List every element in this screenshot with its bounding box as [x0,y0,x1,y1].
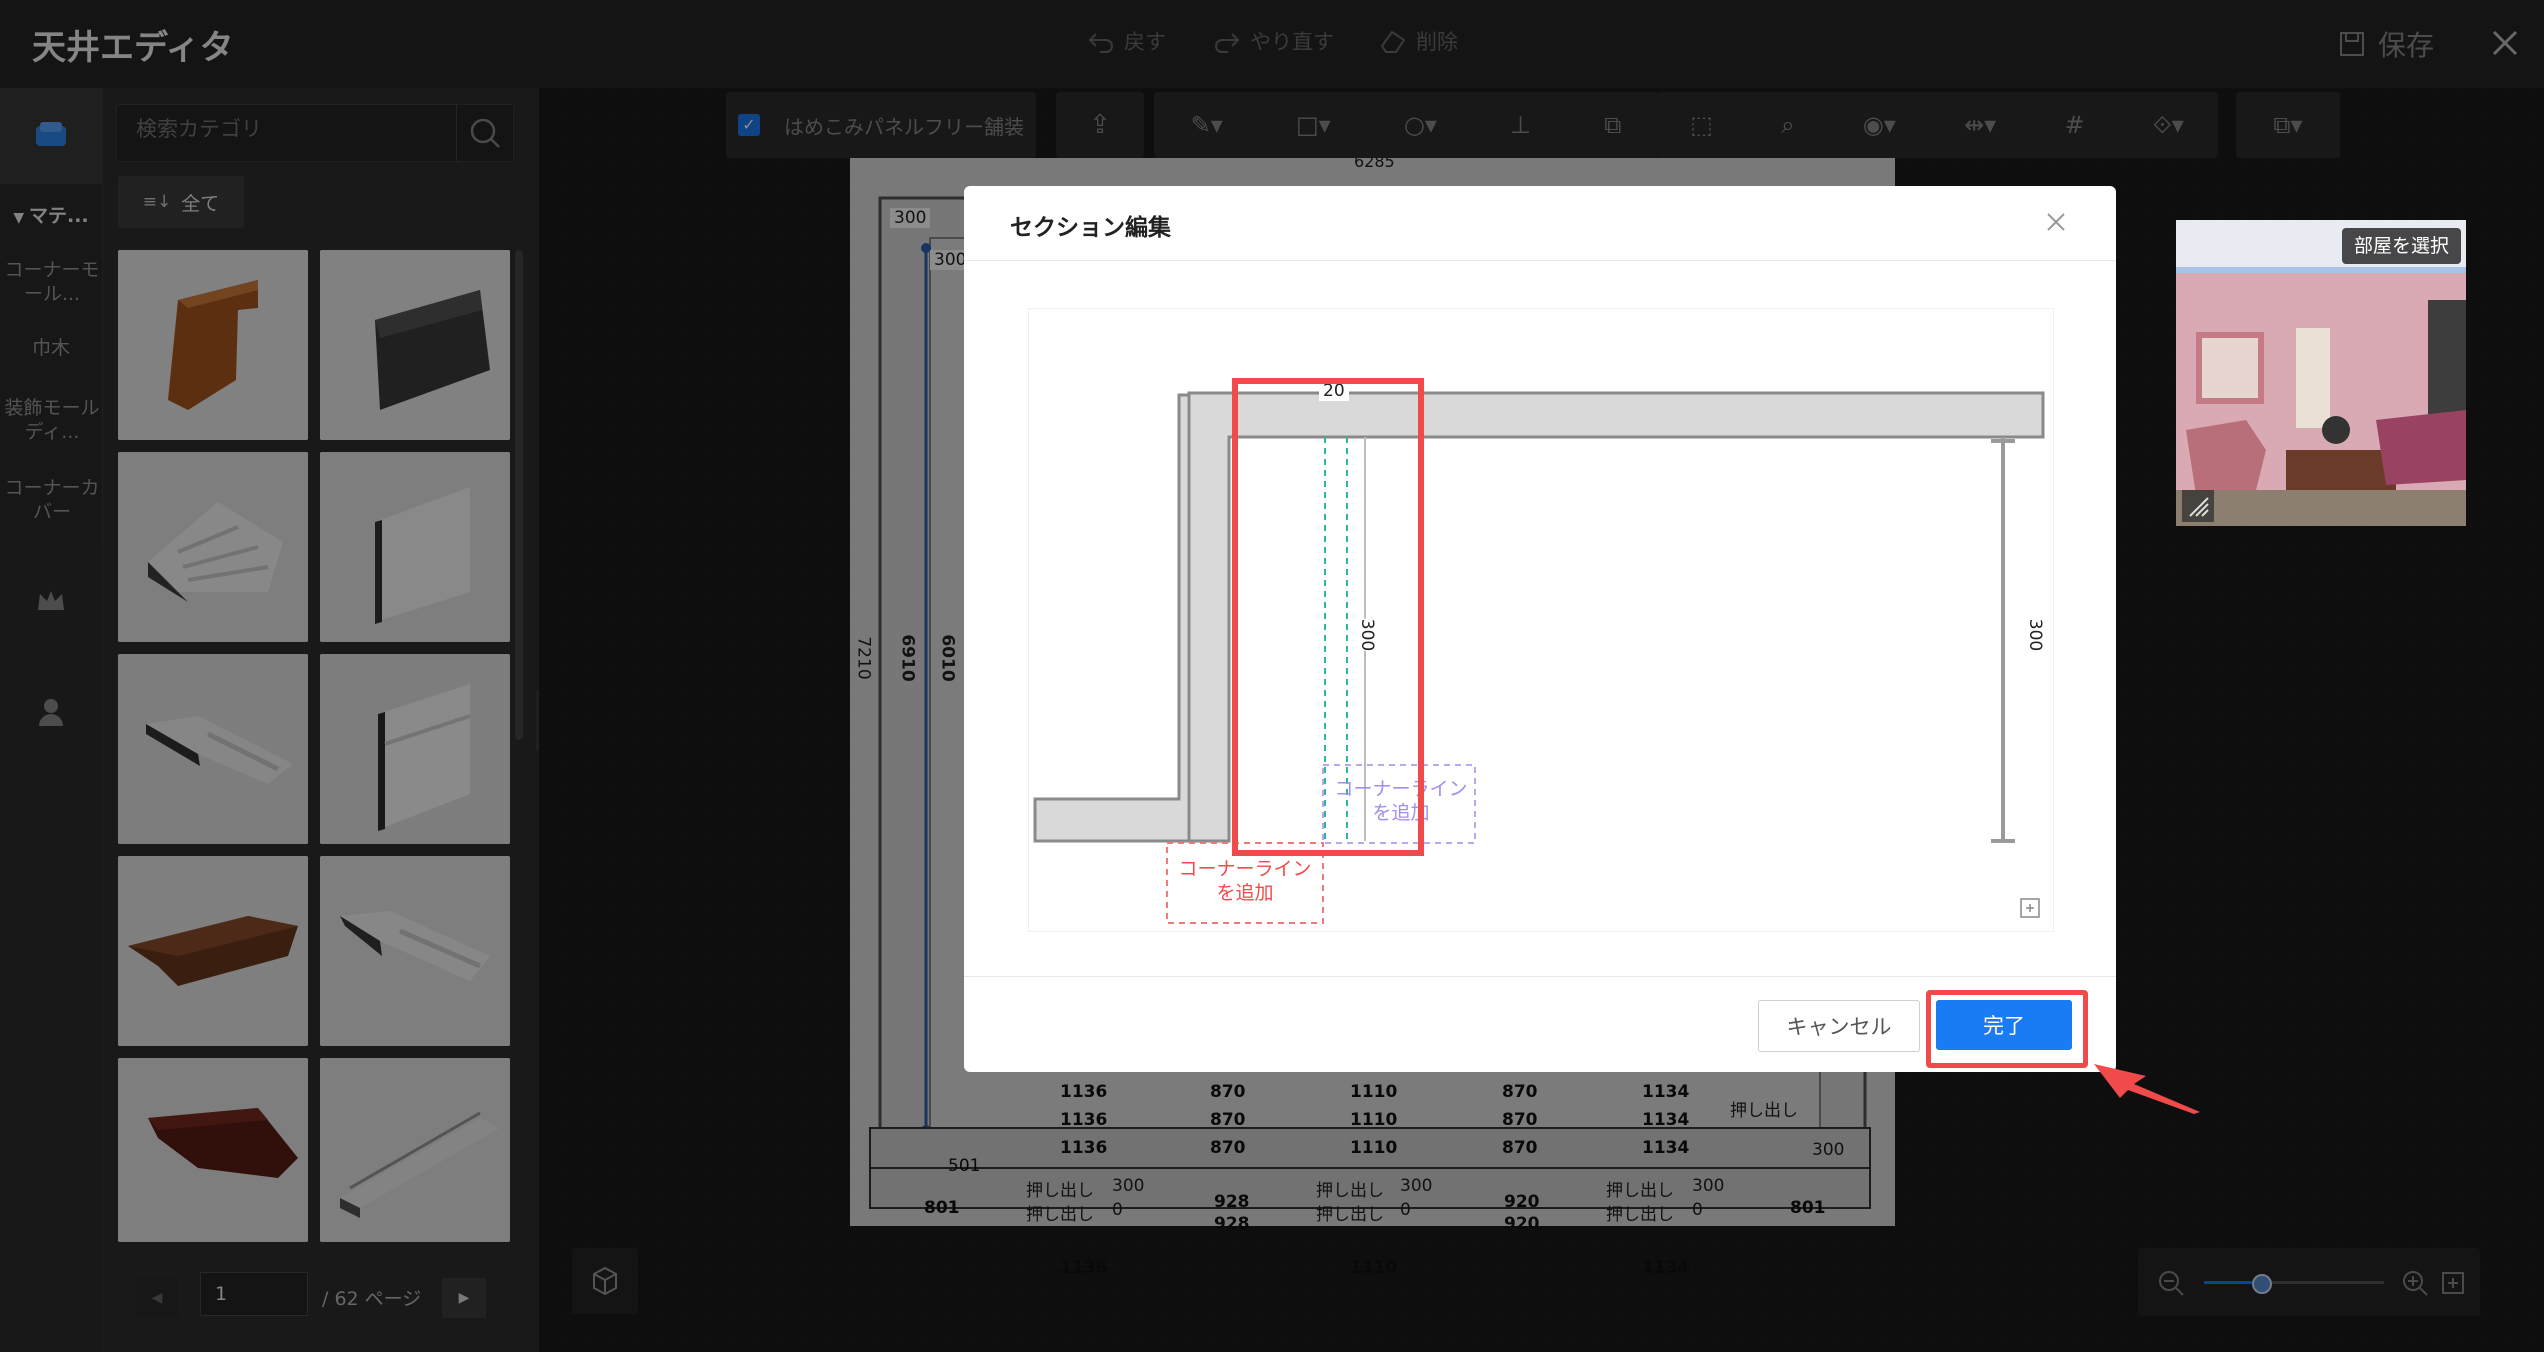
room-preview-image [2176,220,2466,526]
pointer-arrow-icon [2094,1064,2200,1114]
select-room-button[interactable]: 部屋を選択 [2342,228,2462,264]
dim-300-right: 300 [2025,618,2046,652]
close-icon[interactable] [2042,208,2070,236]
dialog-footer-divider [964,976,2116,977]
section-canvas[interactable]: 20 300 300 コーナーライン を追加 コーナーライン を追加 [1028,308,2054,932]
add-corner-line-text-2: を追加 [1216,882,1274,904]
add-corner-line-left[interactable]: コーナーライン を追加 [1169,857,1321,905]
selected-segment-highlight [1232,378,1424,856]
section-profile-drawing [1033,391,2045,924]
fit-view-icon[interactable] [2019,897,2041,919]
resize-grip-icon[interactable] [2182,490,2214,522]
room-preview[interactable] [2176,220,2466,526]
dialog-divider [964,260,2116,261]
add-corner-line-text-1: コーナーライン [1178,858,1312,880]
done-button[interactable]: 完了 [1936,1000,2072,1050]
dialog-title: セクション編集 [1010,215,1171,241]
cancel-button[interactable]: キャンセル [1758,1000,1920,1052]
